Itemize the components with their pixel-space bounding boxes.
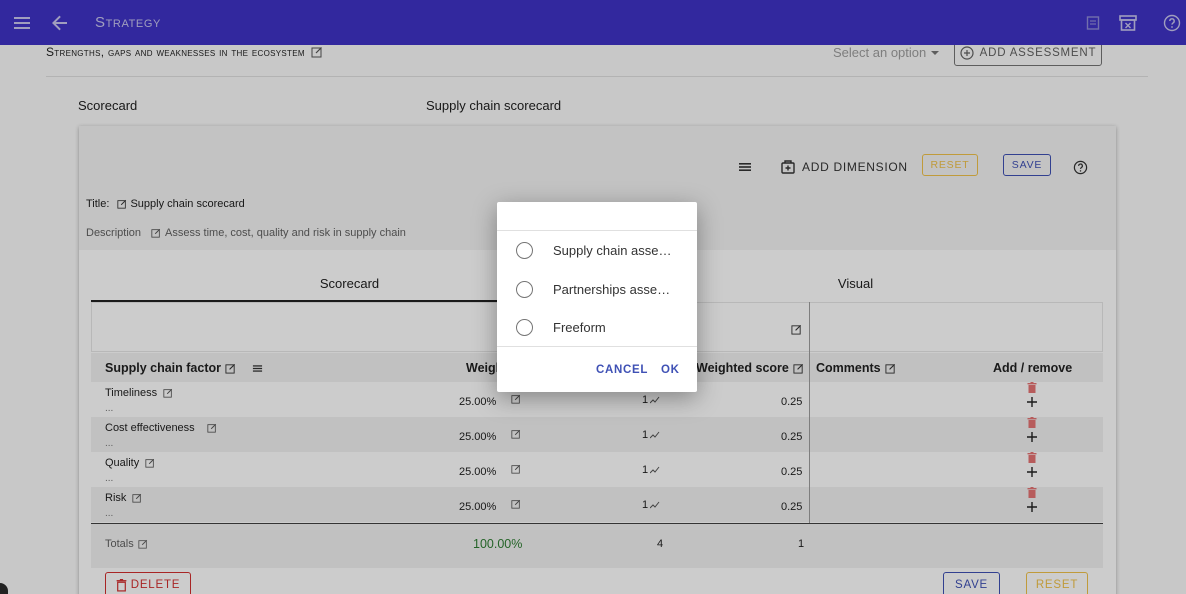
radio-button[interactable] [516, 280, 533, 298]
option-label: Freeform [553, 319, 606, 335]
assessment-type-dialog: Supply chain assessment Partnerships ass… [497, 202, 697, 392]
option-label: Partnerships assessment [553, 281, 673, 297]
option-label: Supply chain assessment [553, 242, 673, 258]
dialog-option-freeform[interactable]: Freeform [516, 316, 686, 338]
radio-button[interactable] [516, 318, 533, 336]
dialog-option-partnerships[interactable]: Partnerships assessment [516, 278, 686, 300]
radio-button[interactable] [516, 241, 533, 259]
dialog-option-supply-chain[interactable]: Supply chain assessment [516, 239, 686, 261]
dialog-divider [497, 230, 697, 231]
ok-button[interactable]: OK [661, 364, 680, 376]
dialog-divider [497, 346, 697, 347]
cancel-button[interactable]: CANCEL [596, 364, 648, 376]
